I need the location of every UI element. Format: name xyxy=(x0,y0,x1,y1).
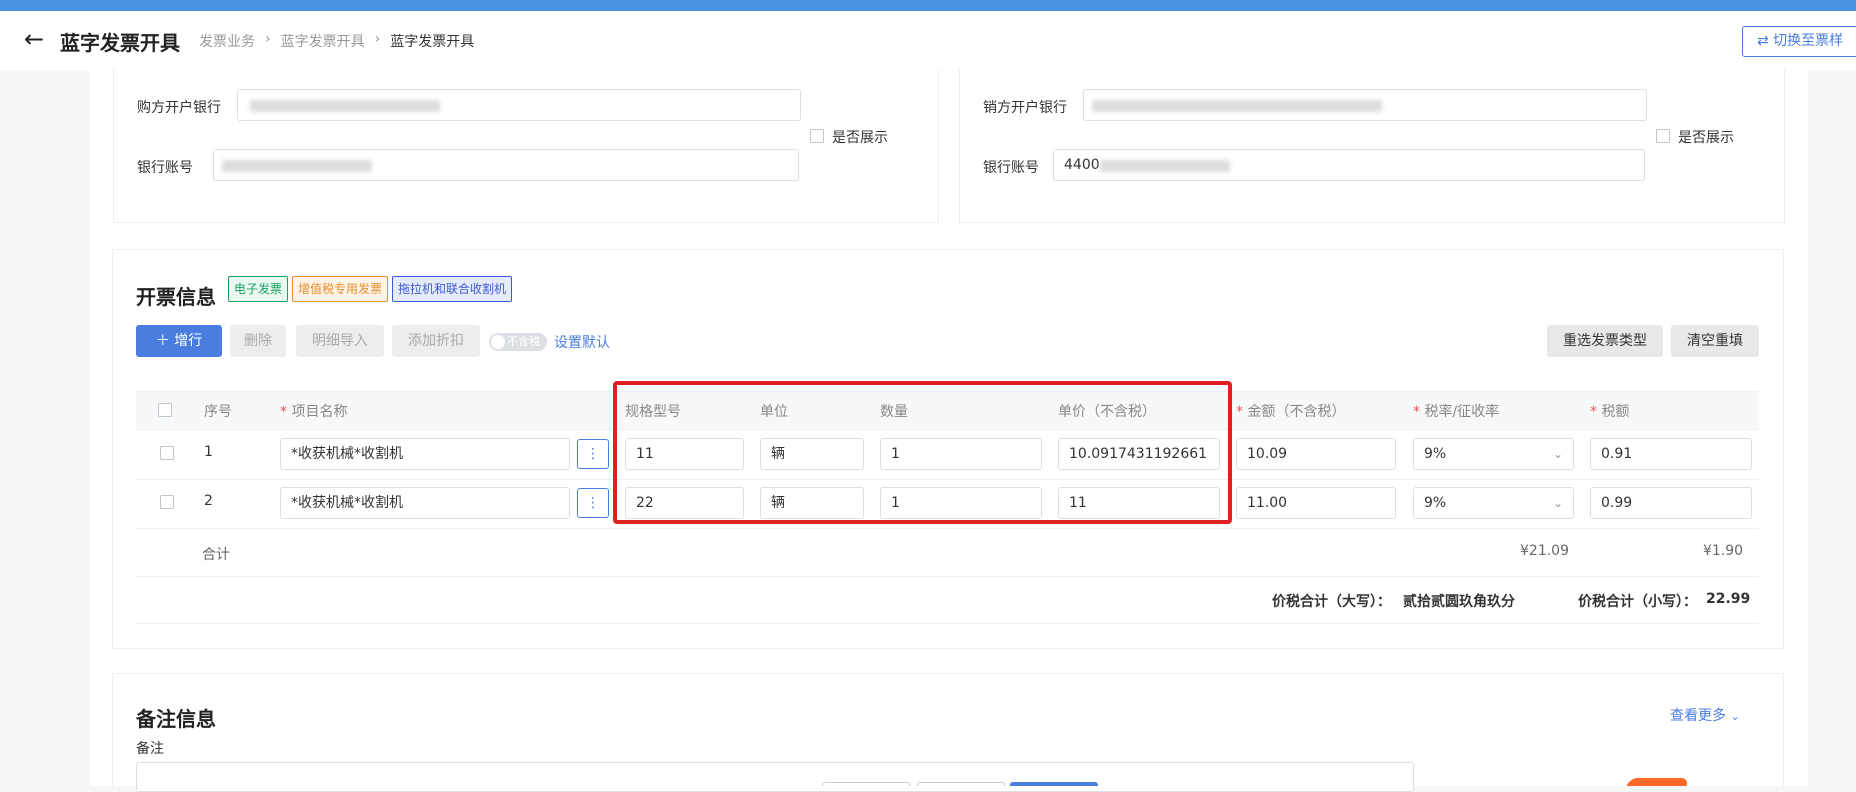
buyer-account-label: 银行账号 xyxy=(137,160,193,176)
redacted-text xyxy=(222,160,372,172)
tag-tractor-harvester: 拖拉机和联合收割机 xyxy=(392,276,513,302)
bottom-primary-button[interactable] xyxy=(1010,782,1098,786)
row-seq: 2 xyxy=(204,493,213,509)
seller-account-input[interactable]: 4400 xyxy=(1053,149,1645,181)
toggle-knob xyxy=(491,335,505,349)
top-accent-bar xyxy=(0,0,1856,11)
remark-section-title: 备注信息 xyxy=(136,707,216,731)
remark-label: 备注 xyxy=(136,741,164,757)
row-divider xyxy=(136,528,1759,529)
seller-show-label: 是否展示 xyxy=(1678,130,1734,146)
toggle-label: 不含税 xyxy=(507,335,540,348)
totals-divider xyxy=(136,576,1759,577)
col-seq: 序号 xyxy=(204,404,232,420)
tag-electronic-invoice: 电子发票 xyxy=(228,276,289,302)
total-label: 合计 xyxy=(202,547,230,563)
chevron-down-icon: ⌄ xyxy=(1552,496,1563,510)
buyer-bank-label: 购方开户银行 xyxy=(137,100,221,116)
add-discount-button[interactable]: 添加折扣 xyxy=(392,325,480,357)
more-vertical-icon[interactable]: ⋮ xyxy=(577,439,609,469)
view-more-link[interactable]: 查看更多 ⌄ xyxy=(1670,705,1740,725)
set-default-link[interactable]: 设置默认 xyxy=(554,332,610,352)
seller-account-value: 4400 xyxy=(1064,157,1100,173)
sum-upper-value: 贰拾贰圆玖角玖分 xyxy=(1403,594,1515,610)
amount-input[interactable]: 11.00 xyxy=(1236,487,1396,519)
col-rate: * 税率/征收率 xyxy=(1413,404,1500,420)
page-title: 蓝字发票开具 xyxy=(60,31,180,55)
floating-corner-badge[interactable] xyxy=(1626,778,1690,786)
sum-lower-label: 价税合计（小写）： xyxy=(1578,594,1697,610)
redacted-text xyxy=(1100,160,1230,172)
tax-rate-select[interactable]: 9% ⌄ xyxy=(1413,438,1574,470)
sum-upper-label: 价税合计（大写）： xyxy=(1272,594,1391,610)
seller-bank-input[interactable] xyxy=(1083,89,1647,121)
seller-show-checkbox[interactable] xyxy=(1656,129,1670,143)
total-amount: ¥21.09 xyxy=(1520,543,1569,559)
item-name-input[interactable]: *收获机械*收割机 xyxy=(280,487,570,519)
col-tax: * 税额 xyxy=(1590,404,1630,420)
clear-refill-button[interactable]: 清空重填 xyxy=(1671,325,1759,357)
tax-input[interactable]: 0.99 xyxy=(1590,487,1752,519)
bottom-action-button[interactable] xyxy=(822,782,910,786)
arrow-left-icon[interactable]: ← xyxy=(24,25,44,53)
col-amount: * 金额（不含税） xyxy=(1236,404,1346,420)
import-details-button[interactable]: 明细导入 xyxy=(296,325,384,357)
summary-divider xyxy=(136,623,1759,624)
buyer-show-checkbox[interactable] xyxy=(810,129,824,143)
breadcrumb-current: 蓝字发票开具 xyxy=(390,34,475,50)
switch-sample-button[interactable]: ⇄ 切换至票样 xyxy=(1742,26,1856,57)
chevron-right-icon: › xyxy=(374,31,381,47)
total-tax: ¥1.90 xyxy=(1703,543,1744,559)
item-name-input[interactable]: *收获机械*收割机 xyxy=(280,438,570,470)
select-all-checkbox[interactable] xyxy=(158,403,172,417)
reselect-invoice-type-button[interactable]: 重选发票类型 xyxy=(1547,325,1663,357)
amount-input[interactable]: 10.09 xyxy=(1236,438,1396,470)
breadcrumb-item[interactable]: 发票业务 xyxy=(199,31,255,51)
breadcrumb: 发票业务 › 蓝字发票开具 › 蓝字发票开具 xyxy=(199,31,474,51)
invoice-section-title: 开票信息 xyxy=(136,285,216,309)
tax-inclusive-toggle[interactable]: 不含税 xyxy=(489,333,547,351)
col-name: * 项目名称 xyxy=(280,404,348,420)
chevron-down-icon: ⌄ xyxy=(1552,447,1563,461)
page-header: ← 蓝字发票开具 发票业务 › 蓝字发票开具 › 蓝字发票开具 ⇄ 切换至票样 xyxy=(0,11,1856,71)
delete-button[interactable]: 删除 xyxy=(230,325,286,357)
tag-vat-special-invoice: 增值税专用发票 xyxy=(292,276,389,302)
redacted-text xyxy=(1092,100,1382,112)
row-checkbox[interactable] xyxy=(160,446,174,460)
row-checkbox[interactable] xyxy=(160,495,174,509)
add-row-button[interactable]: ＋ 增行 xyxy=(136,325,222,357)
sum-lower-value: 22.99 xyxy=(1706,591,1751,607)
breadcrumb-item[interactable]: 蓝字发票开具 xyxy=(281,31,365,51)
chevron-down-icon: ⌄ xyxy=(1730,710,1740,723)
redacted-text xyxy=(250,100,440,112)
highlight-box xyxy=(613,381,1232,524)
buyer-account-input[interactable] xyxy=(213,149,799,181)
seller-bank-label: 销方开户银行 xyxy=(983,100,1067,116)
buyer-bank-input[interactable] xyxy=(237,89,801,121)
tax-input[interactable]: 0.91 xyxy=(1590,438,1752,470)
more-vertical-icon[interactable]: ⋮ xyxy=(577,488,609,518)
chevron-right-icon: › xyxy=(265,31,271,47)
row-seq: 1 xyxy=(204,444,213,460)
bottom-action-button[interactable] xyxy=(917,782,1005,786)
tax-rate-select[interactable]: 9% ⌄ xyxy=(1413,487,1574,519)
remark-input[interactable] xyxy=(136,762,1414,792)
seller-account-label: 银行账号 xyxy=(983,160,1039,176)
buyer-show-label: 是否展示 xyxy=(832,130,888,146)
